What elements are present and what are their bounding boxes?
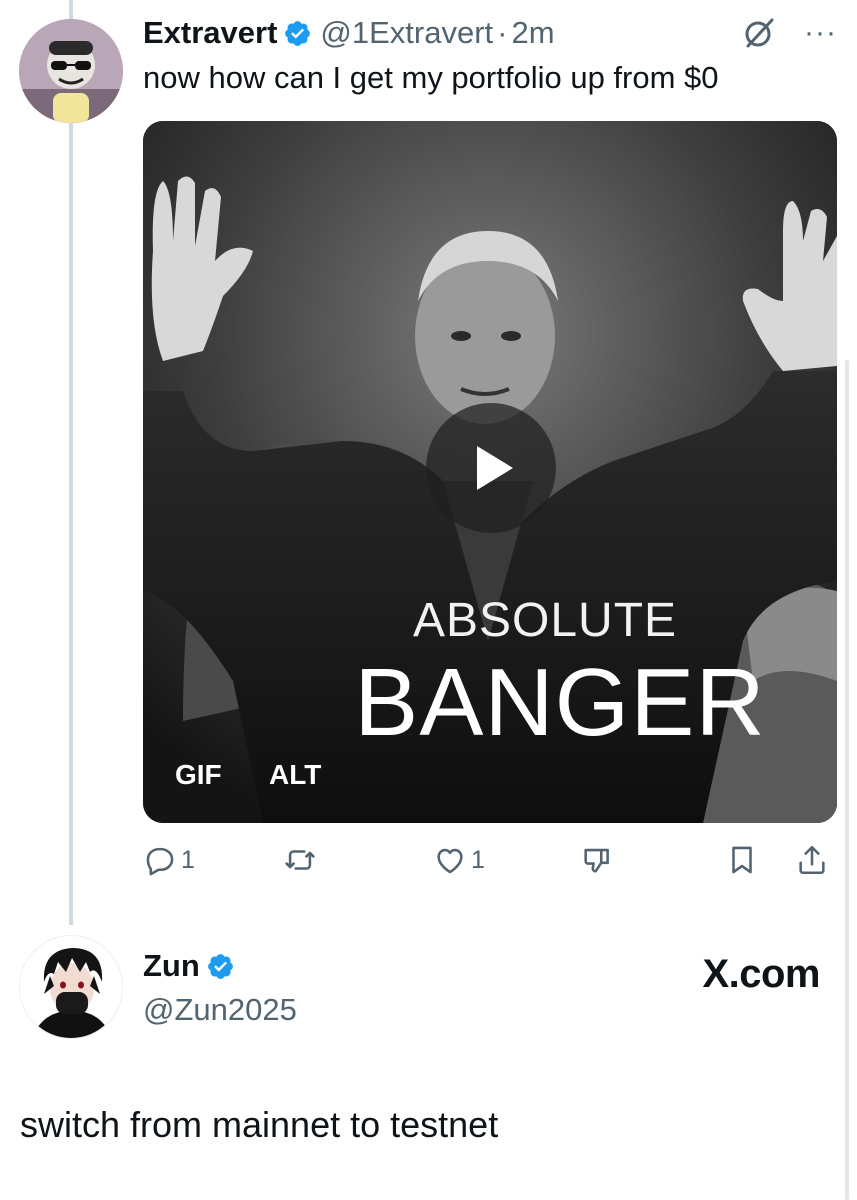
display-name[interactable]: Zun bbox=[143, 948, 200, 984]
retweet-button[interactable] bbox=[283, 838, 317, 882]
handle[interactable]: @Zun2025 bbox=[143, 992, 297, 1028]
gif-media[interactable]: ABSOLUTE BANGER GIF ALT bbox=[143, 121, 837, 823]
play-icon bbox=[477, 446, 513, 490]
share-icon bbox=[799, 845, 825, 875]
bookmark-icon bbox=[732, 846, 752, 874]
handle[interactable]: @1Extravert bbox=[320, 15, 493, 51]
like-count: 1 bbox=[471, 845, 485, 874]
gif-badge: GIF bbox=[175, 759, 222, 790]
share-button[interactable] bbox=[795, 838, 829, 882]
thread-view: Extravert @1Extravert · 2m ··· now how c… bbox=[0, 0, 857, 1200]
reply-count: 1 bbox=[181, 845, 195, 874]
thread-connector-line bbox=[69, 0, 73, 925]
timestamp[interactable]: 2m bbox=[512, 15, 555, 51]
verified-badge-icon bbox=[207, 953, 233, 979]
heart-icon bbox=[437, 848, 463, 874]
retweet-icon bbox=[285, 850, 315, 870]
alt-text-badge[interactable]: ALT bbox=[269, 759, 321, 791]
gif-caption-top: ABSOLUTE bbox=[412, 594, 678, 647]
verified-badge-icon bbox=[285, 20, 311, 46]
more-icon[interactable]: ··· bbox=[804, 18, 837, 48]
play-button[interactable] bbox=[426, 403, 556, 533]
grok-icon[interactable] bbox=[742, 16, 776, 50]
display-name[interactable]: Extravert bbox=[143, 15, 277, 51]
dislike-icon bbox=[584, 848, 609, 873]
reply-icon bbox=[146, 847, 174, 876]
tweet-header: Zun bbox=[143, 948, 243, 984]
dislike-button[interactable] bbox=[580, 838, 614, 882]
scrollbar[interactable] bbox=[845, 360, 849, 1200]
avatar[interactable] bbox=[19, 935, 123, 1039]
avatar[interactable] bbox=[19, 19, 123, 123]
like-button[interactable]: 1 bbox=[433, 838, 485, 882]
reply-button[interactable]: 1 bbox=[143, 838, 195, 882]
tweet-header: Extravert @1Extravert · 2m ··· bbox=[143, 12, 837, 54]
bookmark-button[interactable] bbox=[725, 838, 759, 882]
x-com-watermark: X.com bbox=[702, 952, 820, 996]
tweet-actions: 1 1 bbox=[143, 838, 837, 882]
separator-dot: · bbox=[497, 15, 508, 50]
tweet-text: now how can I get my portfolio up from $… bbox=[143, 60, 719, 95]
tweet-header-actions: ··· bbox=[742, 16, 837, 50]
gif-caption-bottom: BANGER bbox=[354, 649, 766, 756]
tweet-text: switch from mainnet to testnet bbox=[20, 1104, 499, 1145]
